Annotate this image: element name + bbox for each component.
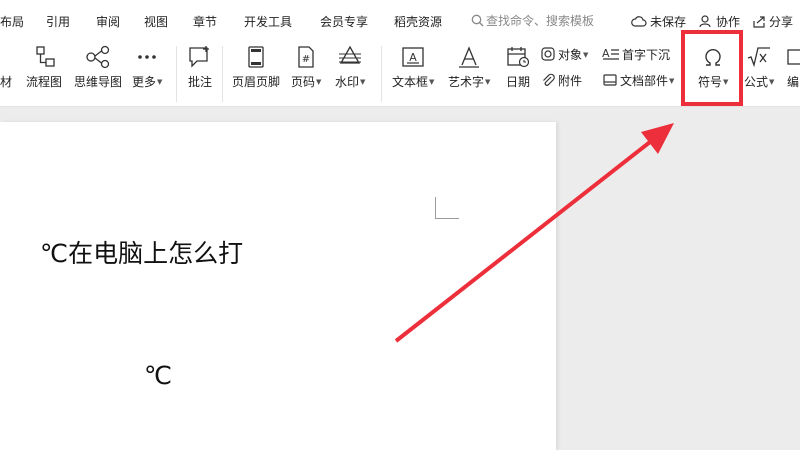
annotation-arrow xyxy=(394,123,674,343)
highlight-box xyxy=(681,30,743,106)
